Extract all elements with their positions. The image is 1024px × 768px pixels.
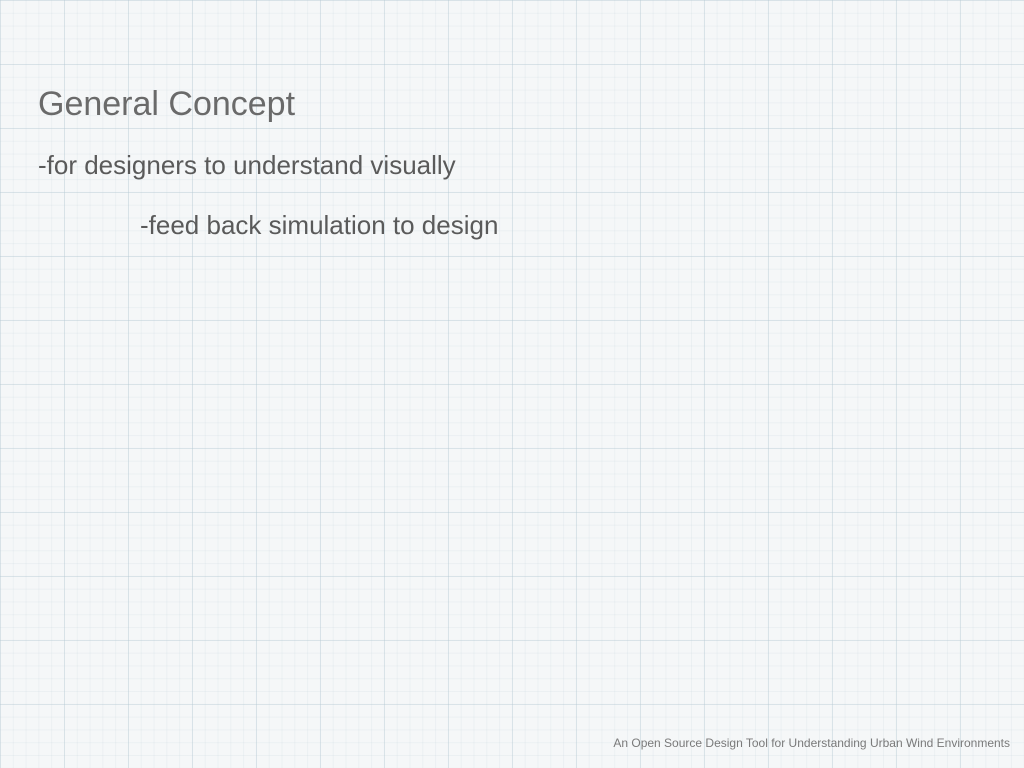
bullet-point-1: -for designers to understand visually — [38, 150, 456, 181]
slide-title: General Concept — [38, 85, 295, 124]
bullet-point-2: -feed back simulation to design — [140, 210, 498, 241]
slide-footer-text: An Open Source Design Tool for Understan… — [613, 736, 1010, 750]
